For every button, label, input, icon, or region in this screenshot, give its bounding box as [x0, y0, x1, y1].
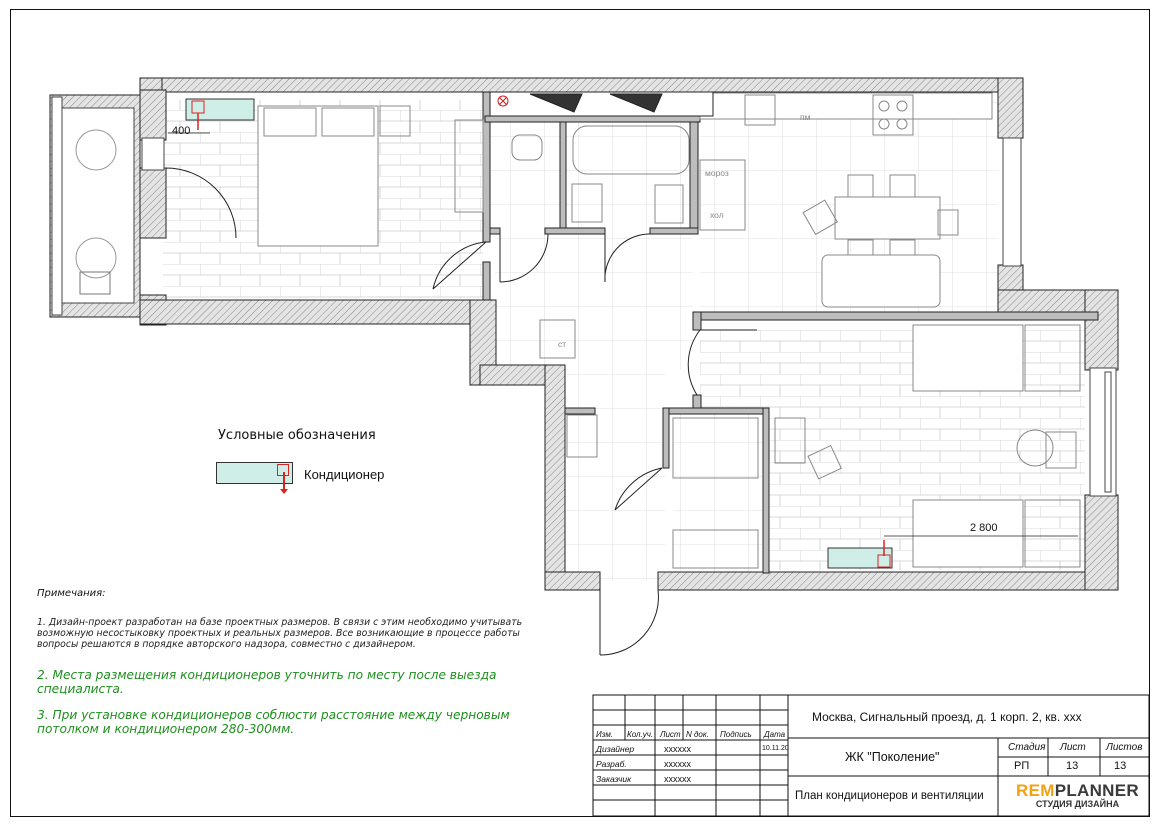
logo-part1: REM	[1016, 781, 1055, 800]
sheets-value: 13	[1114, 760, 1127, 772]
remplanner-logo: REMPLANNER СТУДИЯ ДИЗАЙНА	[1016, 781, 1139, 809]
sheet-value: 13	[1066, 760, 1079, 772]
row-date-0: 10.11.20	[762, 745, 789, 752]
hdr-list: Лист	[660, 730, 681, 739]
sheet-title: План кондиционеров и вентиляции	[795, 790, 984, 802]
sheet-label: Лист	[1060, 742, 1086, 753]
hdr-sign: Подпись	[720, 730, 752, 739]
complex-name: ЖК "Поколение"	[845, 750, 940, 764]
hdr-izm: Изм.	[596, 730, 614, 739]
row-role-1: Разраб.	[596, 759, 627, 769]
row-name-2: xxxxxx	[664, 774, 691, 784]
hdr-date: Дата	[764, 730, 786, 739]
row-role-2: Заказчик	[596, 774, 632, 784]
row-name-1: xxxxxx	[664, 759, 691, 769]
row-role-0: Дизайнер	[596, 744, 635, 754]
hdr-kol: Кол.уч.	[627, 730, 654, 739]
stage-value: РП	[1014, 760, 1030, 772]
row-name-0: xxxxxx	[664, 744, 691, 754]
hdr-ndoc: N док.	[686, 730, 709, 739]
logo-part2: PLANNER	[1054, 781, 1139, 800]
stage-label: Стадия	[1008, 742, 1046, 753]
sheets-label: Листов	[1106, 742, 1143, 753]
title-block-lines	[592, 694, 1150, 817]
project-address: Москва, Сигнальный проезд, д. 1 корп. 2,…	[812, 710, 1082, 724]
